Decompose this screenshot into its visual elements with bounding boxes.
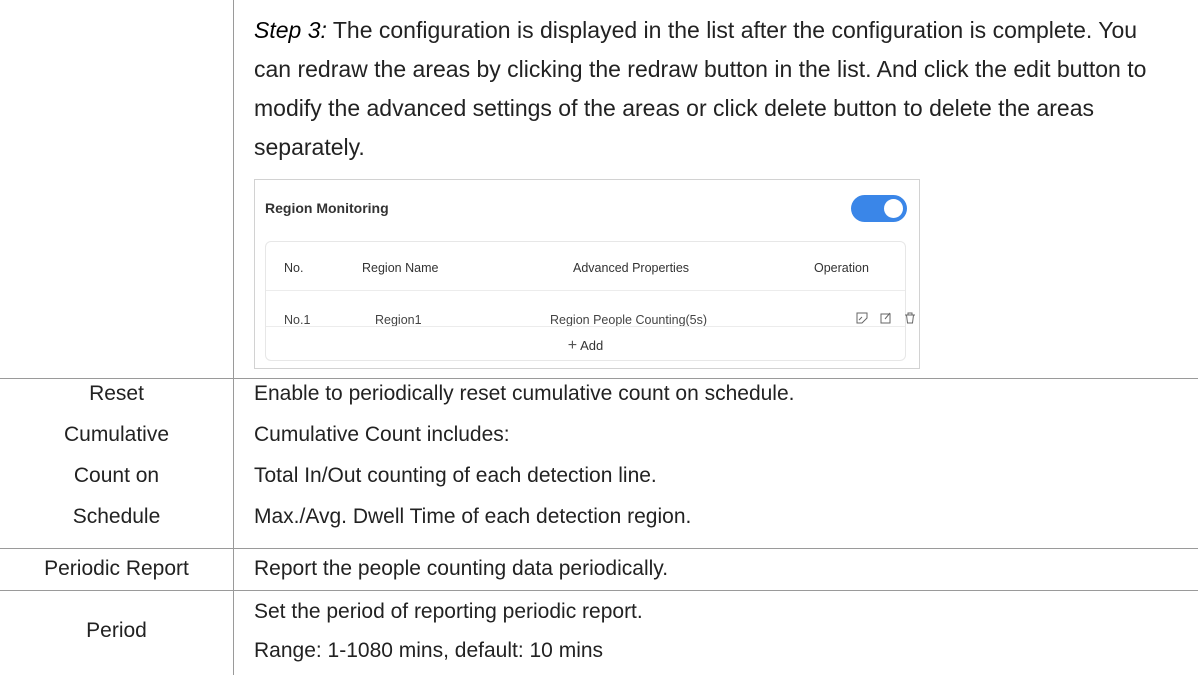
delete-icon[interactable] [904, 312, 916, 324]
header-operation: Operation [814, 261, 869, 275]
plus-icon: + [567, 337, 578, 354]
row-no: No.1 [284, 313, 311, 327]
reset-label-line: Schedule [72, 505, 161, 528]
periodic-report-label: Periodic Report [44, 557, 189, 580]
header-region-name: Region Name [362, 261, 439, 275]
row-region-name: Region1 [375, 313, 422, 327]
add-label: Add [580, 338, 604, 353]
reset-label-line: Reset [89, 382, 144, 405]
region-monitoring-toggle[interactable] [851, 195, 907, 222]
step3-paragraph: Step 3: The configuration is displayed i… [254, 11, 1174, 167]
reset-desc-line: Cumulative Count includes: [254, 423, 510, 446]
add-region-button[interactable]: + Add [266, 337, 905, 355]
row-advanced-properties: Region People Counting(5s) [550, 313, 708, 327]
region-monitoring-panel: Region Monitoring No. Region Name Advanc… [254, 179, 920, 369]
period-label: Period [86, 619, 147, 642]
periodic-report-desc: Report the people counting data periodic… [254, 557, 669, 580]
column-divider [233, 0, 234, 675]
reset-desc-line: Enable to periodically reset cumulative … [254, 382, 795, 405]
table-row-divider [0, 548, 1198, 549]
period-desc-line: Set the period of reporting periodic rep… [254, 600, 643, 623]
step3-lead: Step 3: [254, 17, 327, 43]
reset-label-line: Count on [73, 464, 160, 487]
row-operations [856, 312, 916, 324]
toggle-knob [884, 199, 903, 218]
redraw-icon[interactable] [856, 312, 868, 324]
table-row-divider [0, 590, 1198, 591]
header-no: No. [284, 261, 304, 275]
table-row-divider [0, 378, 1198, 379]
document-page: Step 3: The configuration is displayed i… [0, 0, 1198, 675]
panel-title: Region Monitoring [265, 200, 389, 216]
region-table: No. Region Name Advanced Properties Oper… [265, 241, 915, 361]
reset-desc-line: Max./Avg. Dwell Time of each detection r… [254, 505, 692, 528]
edit-icon[interactable] [880, 312, 892, 324]
step3-text: The configuration is displayed in the li… [254, 17, 1147, 160]
header-advanced-properties: Advanced Properties [573, 261, 690, 275]
row-divider [266, 290, 905, 291]
reset-label-line: Cumulative [63, 423, 170, 446]
period-desc-line: Range: 1-1080 mins, default: 10 mins [254, 639, 604, 662]
reset-desc-line: Total In/Out counting of each detection … [254, 464, 657, 487]
row-divider [266, 326, 905, 327]
